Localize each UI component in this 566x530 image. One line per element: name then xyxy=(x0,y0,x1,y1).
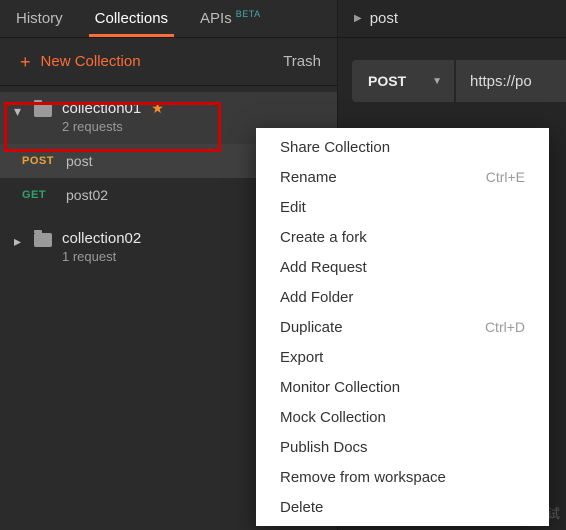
menu-item-label: Create a fork xyxy=(280,229,367,246)
menu-add-request[interactable]: Add Request xyxy=(256,252,549,282)
menu-add-folder[interactable]: Add Folder xyxy=(256,282,549,312)
menu-item-label: Export xyxy=(280,349,323,366)
method-select-value: POST xyxy=(368,73,406,89)
collection-text: collection02 1 request xyxy=(62,230,141,264)
folder-icon xyxy=(34,233,52,247)
menu-publish-docs[interactable]: Publish Docs xyxy=(256,432,549,462)
menu-item-shortcut: Ctrl+D xyxy=(485,319,525,335)
method-select[interactable]: POST ▼ xyxy=(352,60,454,102)
menu-edit[interactable]: Edit xyxy=(256,192,549,222)
collection-name: collection01 xyxy=(62,100,141,117)
star-icon[interactable]: ★ xyxy=(151,100,164,117)
request-name: post xyxy=(66,153,92,169)
trash-link[interactable]: Trash xyxy=(283,53,321,70)
menu-item-label: Publish Docs xyxy=(280,439,368,456)
menu-item-label: Edit xyxy=(280,199,306,216)
folder-icon xyxy=(34,103,52,117)
tab-collections[interactable]: Collections xyxy=(79,0,184,37)
caret-down-icon[interactable]: ▾ xyxy=(14,103,26,120)
request-name: post02 xyxy=(66,187,108,203)
menu-mock-collection[interactable]: Mock Collection xyxy=(256,402,549,432)
tab-apis-label: APIs xyxy=(200,10,232,27)
menu-create-fork[interactable]: Create a fork xyxy=(256,222,549,252)
caret-right-icon[interactable]: ▶ xyxy=(354,13,362,24)
menu-item-shortcut: Ctrl+E xyxy=(486,169,525,185)
new-collection-label: New Collection xyxy=(41,53,141,70)
collection-name: collection02 xyxy=(62,230,141,247)
new-collection-button[interactable]: + New Collection xyxy=(20,53,141,71)
menu-item-label: Mock Collection xyxy=(280,409,386,426)
url-row: POST ▼ https://po xyxy=(352,60,566,102)
menu-item-label: Remove from workspace xyxy=(280,469,446,486)
menu-rename[interactable]: Rename Ctrl+E xyxy=(256,162,549,192)
new-collection-row: + New Collection Trash xyxy=(0,38,337,86)
menu-delete[interactable]: Delete xyxy=(256,492,549,522)
tab-apis[interactable]: APIs BETA xyxy=(184,0,277,37)
menu-item-label: Delete xyxy=(280,499,323,516)
collection-subtitle: 2 requests xyxy=(62,119,164,134)
caret-right-icon[interactable]: ▸ xyxy=(14,233,26,250)
tab-history[interactable]: History xyxy=(0,0,79,37)
menu-item-label: Rename xyxy=(280,169,337,186)
menu-item-label: Share Collection xyxy=(280,139,390,156)
menu-duplicate[interactable]: Duplicate Ctrl+D xyxy=(256,312,549,342)
collection-text: collection01 ★ 2 requests xyxy=(62,100,164,134)
menu-item-label: Add Request xyxy=(280,259,367,276)
chevron-down-icon: ▼ xyxy=(432,76,442,87)
menu-item-label: Add Folder xyxy=(280,289,353,306)
menu-export[interactable]: Export xyxy=(256,342,549,372)
beta-badge: BETA xyxy=(236,9,261,19)
menu-monitor-collection[interactable]: Monitor Collection xyxy=(256,372,549,402)
url-input[interactable]: https://po xyxy=(456,60,566,102)
collection-subtitle: 1 request xyxy=(62,249,141,264)
menu-share-collection[interactable]: Share Collection xyxy=(256,132,549,162)
request-tab-label[interactable]: post xyxy=(370,10,398,27)
menu-item-label: Monitor Collection xyxy=(280,379,400,396)
sidebar-tabs: History Collections APIs BETA xyxy=(0,0,337,38)
menu-item-label: Duplicate xyxy=(280,319,343,336)
request-method: POST xyxy=(22,155,66,167)
request-tabs: ▶ post xyxy=(338,0,566,38)
plus-icon: + xyxy=(20,53,31,71)
menu-remove-workspace[interactable]: Remove from workspace xyxy=(256,462,549,492)
request-method: GET xyxy=(22,189,66,201)
context-menu: Share Collection Rename Ctrl+E Edit Creat… xyxy=(256,128,549,526)
